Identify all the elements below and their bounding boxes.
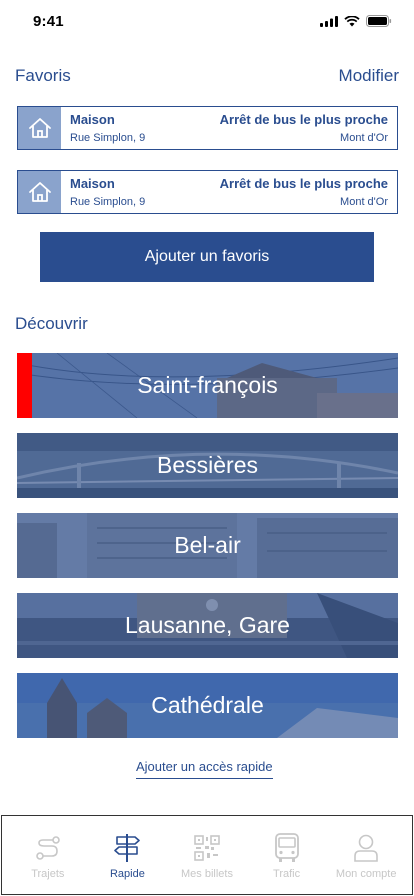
favorite-body: Maison Rue Simplon, 9 Arrêt de bus le pl… [61, 171, 397, 213]
tab-label: Trafic [273, 868, 301, 880]
favorite-stop: Mont d'Or [340, 132, 388, 144]
place-card-bel-air[interactable]: Bel-air [17, 513, 398, 578]
tab-rapide[interactable]: Rapide [89, 816, 165, 894]
add-favorite-button[interactable]: Ajouter un favoris [40, 232, 374, 282]
place-card-lausanne-gare[interactable]: Lausanne, Gare [17, 593, 398, 658]
add-quick-access-link[interactable]: Ajouter un accès rapide [136, 759, 273, 779]
place-label: Lausanne, Gare [125, 612, 290, 638]
route-icon [31, 832, 65, 864]
place-label: Saint-françois [137, 372, 278, 398]
favorite-icon-box [18, 171, 61, 213]
user-icon [349, 832, 383, 864]
place-card-cathedrale[interactable]: Cathédrale [17, 673, 398, 738]
bus-icon [270, 832, 304, 864]
place-card-saint-francois[interactable]: Saint-françois [17, 353, 398, 418]
discover-title: Découvrir [15, 314, 88, 333]
status-time: 9:41 [33, 13, 64, 30]
qr-code-icon [190, 832, 224, 864]
wifi-icon [344, 15, 360, 26]
tab-label: Trajets [31, 868, 65, 880]
place-label: Cathédrale [151, 692, 264, 718]
favorite-type: Arrêt de bus le plus proche [219, 112, 388, 127]
tab-label: Mes billets [181, 868, 233, 880]
tab-mes-billets[interactable]: Mes billets [169, 816, 245, 894]
favorite-stop: Mont d'Or [340, 196, 388, 208]
favorite-card[interactable]: Maison Rue Simplon, 9 Arrêt de bus le pl… [17, 170, 398, 214]
home-icon [28, 118, 51, 138]
favorite-icon-box [18, 107, 61, 149]
battery-icon [366, 15, 392, 27]
signal-icon [320, 15, 338, 27]
modify-button[interactable]: Modifier [339, 66, 399, 86]
favorite-name: Maison [70, 112, 115, 127]
favorite-address: Rue Simplon, 9 [70, 132, 146, 144]
favorite-address: Rue Simplon, 9 [70, 196, 146, 208]
favorite-name: Maison [70, 176, 115, 191]
place-card-bessieres[interactable]: Bessières [17, 433, 398, 498]
favorites-title: Favoris [15, 66, 71, 85]
status-bar: 9:41 [0, 0, 414, 44]
signpost-icon [110, 832, 144, 864]
favorite-type: Arrêt de bus le plus proche [219, 176, 388, 191]
tab-mon-compte[interactable]: Mon compte [328, 816, 404, 894]
favorites-header: Favoris Modifier [15, 66, 399, 86]
tab-trajets[interactable]: Trajets [10, 816, 86, 894]
place-label: Bessières [157, 452, 258, 478]
favorite-card[interactable]: Maison Rue Simplon, 9 Arrêt de bus le pl… [17, 106, 398, 150]
tab-label: Rapide [109, 868, 145, 880]
tab-label: Mon compte [335, 868, 397, 880]
place-highlight-bar [17, 353, 32, 418]
status-icons [320, 15, 392, 27]
place-label: Bel-air [174, 532, 241, 558]
tab-bar: Trajets Rapide Mes billets Trafic Mon co… [1, 815, 413, 895]
home-icon [28, 182, 51, 202]
favorite-body: Maison Rue Simplon, 9 Arrêt de bus le pl… [61, 107, 397, 149]
tab-trafic[interactable]: Trafic [249, 816, 325, 894]
